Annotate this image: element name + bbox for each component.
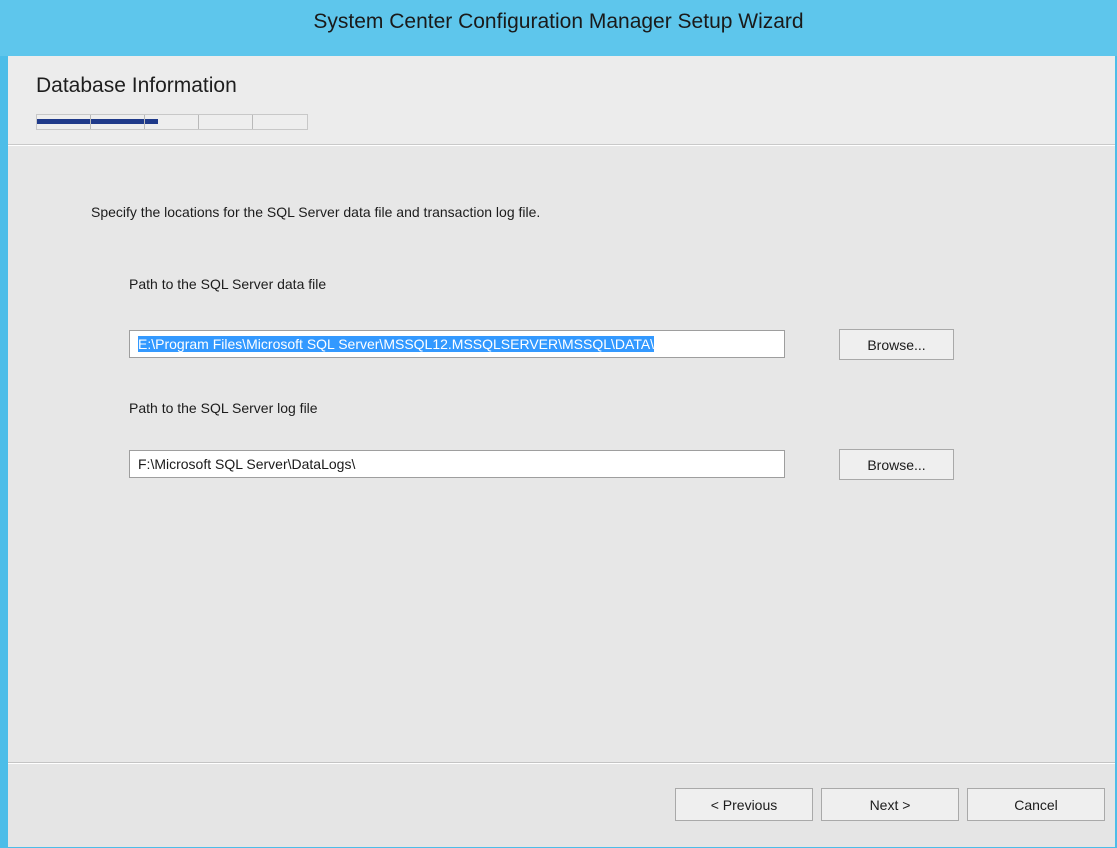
browse-log-file-button[interactable]: Browse... bbox=[839, 449, 954, 480]
wizard-content: Specify the locations for the SQL Server… bbox=[8, 146, 1115, 762]
data-file-path-input[interactable]: E:\Program Files\Microsoft SQL Server\MS… bbox=[129, 330, 785, 358]
log-file-path-value: F:\Microsoft SQL Server\DataLogs\ bbox=[138, 456, 356, 472]
progress-segment bbox=[91, 115, 145, 129]
progress-segment bbox=[145, 115, 199, 129]
browse-data-file-button[interactable]: Browse... bbox=[839, 329, 954, 360]
title-bar[interactable]: System Center Configuration Manager Setu… bbox=[0, 0, 1117, 56]
log-file-path-input[interactable]: F:\Microsoft SQL Server\DataLogs\ bbox=[129, 450, 785, 478]
cancel-button[interactable]: Cancel bbox=[967, 788, 1105, 821]
page-title: Database Information bbox=[36, 74, 237, 97]
window-title: System Center Configuration Manager Setu… bbox=[313, 10, 804, 33]
data-file-label: Path to the SQL Server data file bbox=[129, 276, 327, 292]
log-file-label: Path to the SQL Server log file bbox=[129, 400, 318, 416]
wizard-progress-bar bbox=[36, 114, 308, 130]
wizard-header: Database Information bbox=[8, 56, 1115, 145]
progress-fill bbox=[37, 119, 90, 124]
progress-segment bbox=[37, 115, 91, 129]
setup-wizard-window: System Center Configuration Manager Setu… bbox=[0, 0, 1117, 848]
progress-segment bbox=[253, 115, 307, 129]
next-button[interactable]: Next > bbox=[821, 788, 959, 821]
wizard-footer: < Previous Next > Cancel bbox=[8, 762, 1115, 847]
previous-button[interactable]: < Previous bbox=[675, 788, 813, 821]
progress-segment bbox=[199, 115, 253, 129]
progress-fill bbox=[91, 119, 144, 124]
data-file-path-value: E:\Program Files\Microsoft SQL Server\MS… bbox=[138, 336, 655, 352]
progress-fill bbox=[145, 119, 159, 124]
instruction-text: Specify the locations for the SQL Server… bbox=[91, 204, 541, 220]
